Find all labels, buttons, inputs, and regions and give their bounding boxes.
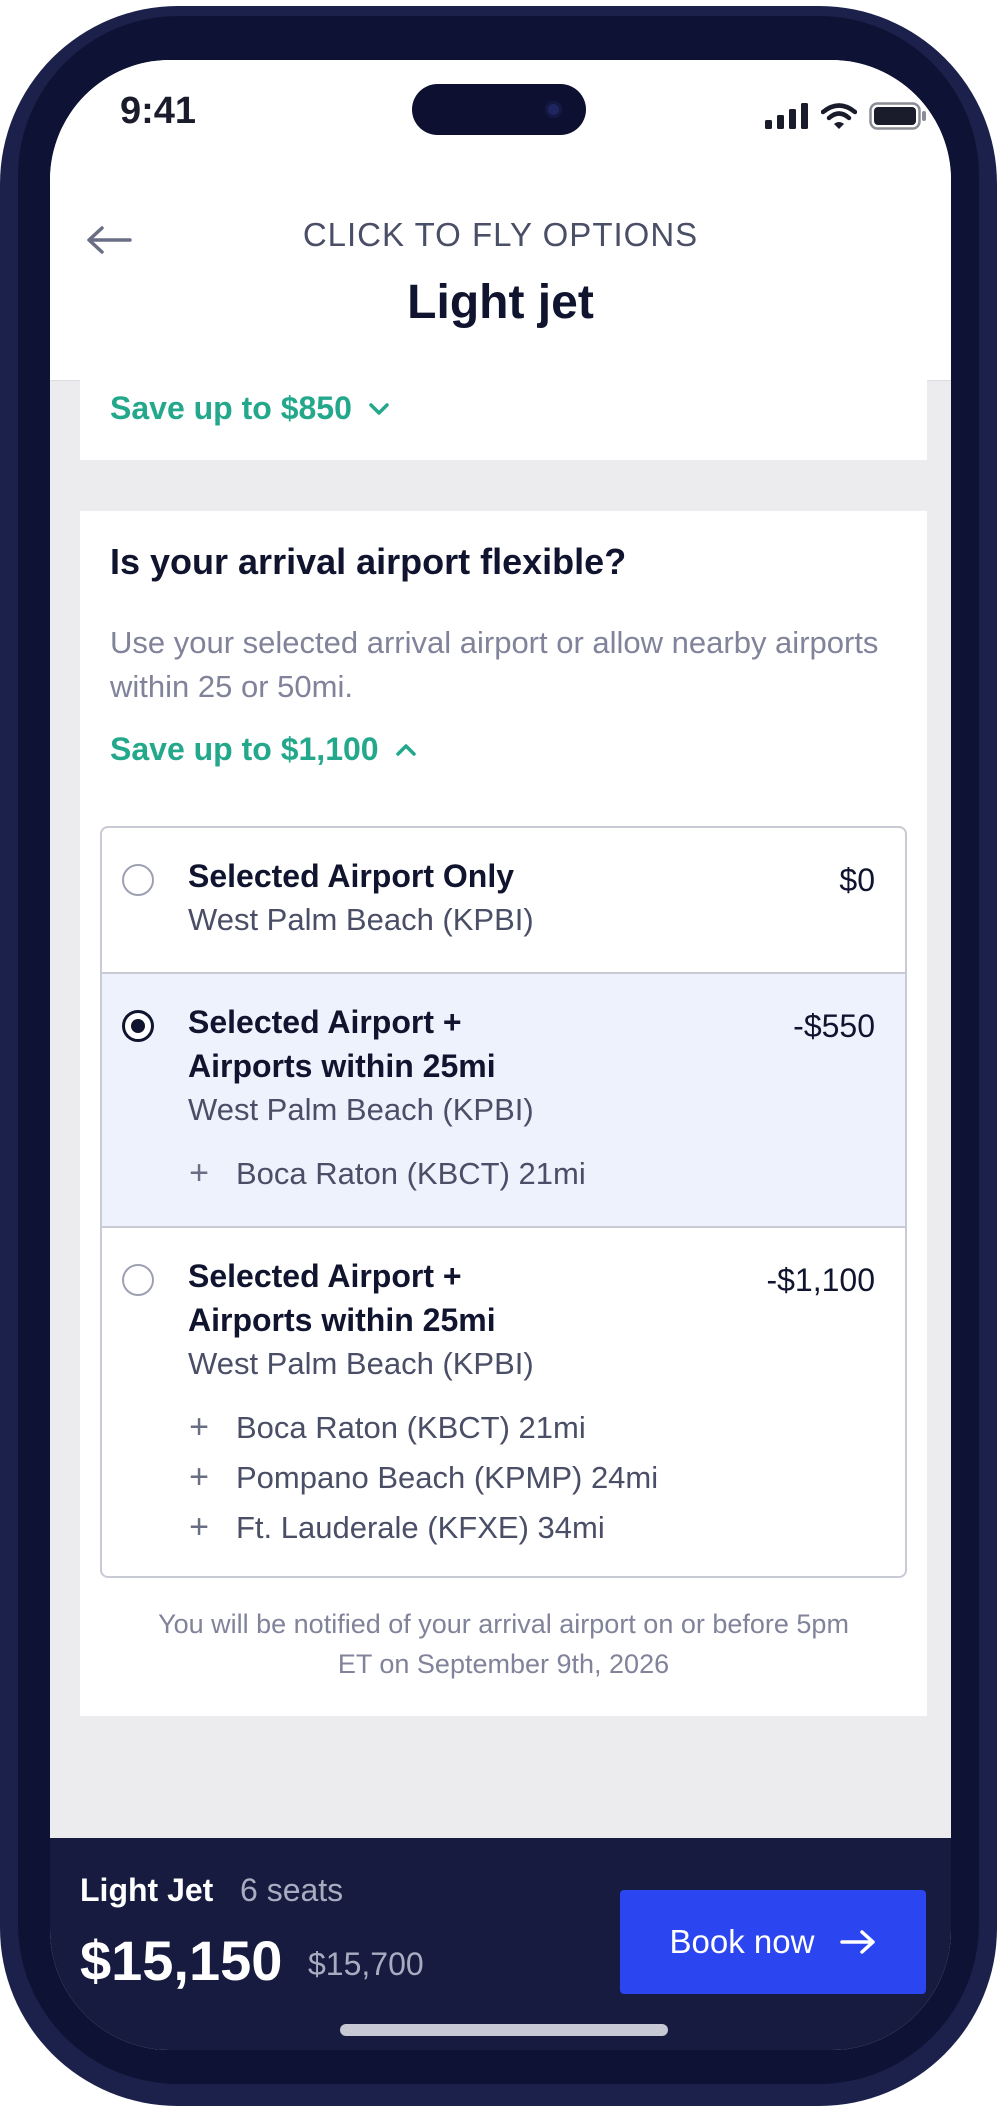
plus-icon: + (189, 1508, 209, 1546)
nearby-airport-label: Boca Raton (KBCT) 21mi (236, 1155, 586, 1191)
booking-footer: Light Jet 6 seats $15,150 $15,700 Book n… (50, 1838, 951, 2050)
arrival-notice: You will be notified of your arrival air… (158, 1609, 849, 1679)
arrival-description: Use your selected arrival airport or all… (110, 625, 879, 704)
radio-button-selected[interactable] (122, 1010, 154, 1042)
chevron-up-icon (395, 743, 416, 756)
radio-button[interactable] (122, 1264, 154, 1296)
airport-options: Selected Airport Only West Palm Beach (K… (100, 826, 907, 1578)
option-airports-within-25mi[interactable]: Selected Airport + Airports within 25mi … (102, 974, 905, 1228)
option-title-line2: Airports within 25mi (188, 1302, 496, 1338)
option-title-line1: Selected Airport + (188, 1004, 462, 1040)
option-title-line1: Selected Airport + (188, 1258, 462, 1294)
book-now-button[interactable]: Book now (620, 1890, 926, 1994)
dynamic-island (412, 84, 586, 135)
plus-icon: + (189, 1154, 209, 1192)
option-price: -$550 (793, 1008, 875, 1044)
previous-option-card: Save up to $850 (80, 380, 927, 460)
nearby-airport-label: Ft. Lauderale (KFXE) 34mi (236, 1509, 605, 1545)
wifi-icon (821, 103, 857, 129)
nearby-airport: + Boca Raton (KBCT) 21mi (188, 1154, 586, 1193)
seat-count: 6 seats (240, 1872, 344, 1908)
original-price: $15,700 (308, 1946, 424, 1982)
header-kicker: CLICK TO FLY OPTIONS (302, 216, 699, 253)
previous-save-toggle[interactable]: Save up to $850 (110, 390, 390, 427)
option-airports-within-50mi[interactable]: Selected Airport + Airports within 25mi … (102, 1228, 905, 1576)
nearby-airport: + Ft. Lauderale (KFXE) 34mi (188, 1508, 605, 1547)
option-subtitle: West Palm Beach (KPBI) (188, 1346, 534, 1381)
nearby-airport-label: Boca Raton (KBCT) 21mi (236, 1409, 586, 1445)
signal-icon (765, 103, 808, 129)
camera-icon (545, 101, 562, 118)
option-title: Selected Airport Only (188, 858, 514, 894)
chevron-down-icon (369, 402, 389, 415)
nearby-airport-label: Pompano Beach (KPMP) 24mi (236, 1459, 659, 1495)
nearby-airport: + Pompano Beach (KPMP) 24mi (188, 1458, 658, 1497)
option-selected-airport-only[interactable]: Selected Airport Only West Palm Beach (K… (102, 828, 905, 974)
home-indicator[interactable] (340, 2024, 668, 2036)
option-subtitle: West Palm Beach (KPBI) (188, 902, 534, 937)
option-price: -$1,100 (766, 1262, 875, 1298)
page-title: Light jet (407, 276, 594, 329)
status-time: 9:41 (120, 90, 197, 132)
plus-icon: + (189, 1408, 209, 1446)
arrival-save-toggle[interactable]: Save up to $1,100 (110, 731, 417, 768)
option-subtitle: West Palm Beach (KPBI) (188, 1092, 534, 1127)
book-now-label: Book now (669, 1923, 815, 1960)
status-icons (765, 102, 927, 130)
arrival-flex-card: Is your arrival airport flexible? Use yo… (80, 511, 927, 1716)
arrival-save-label: Save up to $1,100 (110, 731, 379, 767)
option-title-line2: Airports within 25mi (188, 1048, 496, 1084)
previous-save-label: Save up to $850 (110, 390, 352, 426)
screen: 9:41 CLICK TO FLY OPTIONS Light jet Save… (50, 60, 951, 2050)
option-price: $0 (839, 862, 875, 898)
arrow-right-icon (840, 1930, 876, 1954)
total-price: $15,150 (80, 1929, 283, 1992)
header: CLICK TO FLY OPTIONS Light jet (50, 180, 951, 381)
nearby-airport: + Boca Raton (KBCT) 21mi (188, 1408, 586, 1447)
radio-button[interactable] (122, 864, 154, 896)
plus-icon: + (189, 1458, 209, 1496)
aircraft-name: Light Jet (80, 1872, 214, 1908)
arrival-question: Is your arrival airport flexible? (110, 541, 627, 582)
battery-icon (869, 102, 926, 130)
